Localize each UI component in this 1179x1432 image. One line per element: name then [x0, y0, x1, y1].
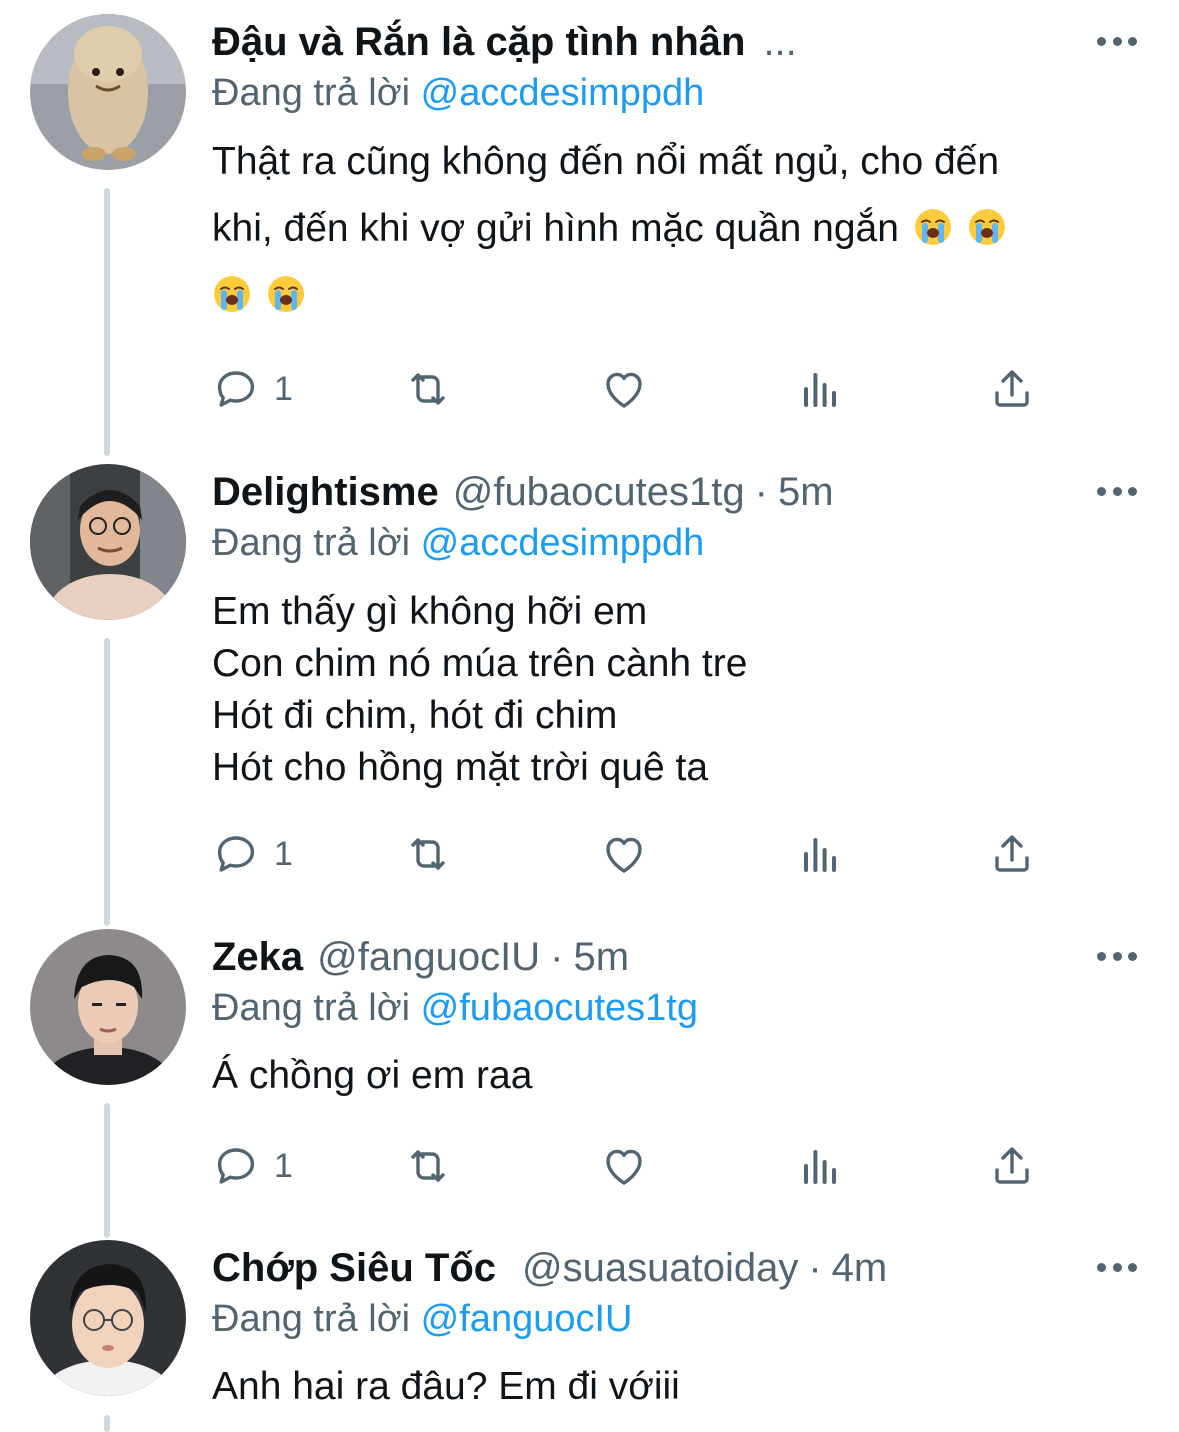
timestamp[interactable]: 4m	[832, 1246, 888, 1291]
tweet-text-line: Em thấy gì không hỡi em	[212, 590, 648, 633]
tweet-text: Em thấy gì không hỡi em Con chim nó múa …	[212, 586, 1129, 794]
retweet-icon	[404, 830, 452, 878]
analytics-button[interactable]	[796, 364, 844, 414]
tweet-text: Anh hai ra đâu? Em đi vớiii	[212, 1354, 1129, 1420]
mention-link[interactable]: @accdesimppdh	[421, 522, 705, 564]
analytics-button[interactable]	[796, 829, 844, 879]
tweet-text-line: Thật ra cũng không đến nổi mất ngủ, cho …	[212, 140, 1000, 183]
share-button[interactable]	[988, 364, 1036, 414]
replying-to-label: Đang trả lời	[212, 72, 411, 114]
mention-link[interactable]: @accdesimppdh	[421, 72, 705, 114]
separator-dot: ·	[754, 469, 768, 514]
tweet-text-line: Hót đi chim, hót đi chim	[212, 694, 618, 737]
analytics-button[interactable]	[796, 1141, 844, 1191]
tweet-text-line: Anh hai ra đâu? Em đi vớiii	[212, 1365, 680, 1408]
retweet-button[interactable]	[404, 364, 452, 414]
reply-button[interactable]: 1	[212, 1141, 293, 1191]
thread-line	[104, 1415, 110, 1432]
mention-link[interactable]: @fubaocutes1tg	[421, 987, 698, 1029]
more-icon[interactable]	[1097, 31, 1137, 51]
tweet-text: Thật ra cũng không đến nổi mất ngủ, cho …	[212, 128, 1129, 329]
like-button[interactable]	[600, 364, 648, 414]
avatar[interactable]	[30, 929, 186, 1085]
reply-count: 1	[274, 1146, 293, 1185]
like-icon	[600, 1142, 648, 1190]
like-button[interactable]	[600, 1141, 648, 1191]
share-icon	[988, 830, 1036, 878]
reply-button[interactable]: 1	[212, 829, 293, 879]
username[interactable]: @fanguocIU	[317, 935, 540, 980]
display-name[interactable]: Đậu và Rắn là cặp tình nhân	[212, 20, 745, 65]
like-button[interactable]	[600, 829, 648, 879]
loudly-crying-face-emoji	[913, 207, 953, 247]
tweet-text: Á chồng ơi em raa	[212, 1043, 1129, 1109]
retweet-icon	[404, 1142, 452, 1190]
action-bar: 1	[212, 829, 1042, 879]
action-bar: 1	[212, 364, 1042, 414]
share-button[interactable]	[988, 1141, 1036, 1191]
name-truncation: ...	[763, 19, 797, 64]
more-icon[interactable]	[1097, 946, 1137, 966]
like-icon	[600, 365, 648, 413]
reply-icon	[212, 365, 260, 413]
reply-icon	[212, 830, 260, 878]
share-button[interactable]	[988, 829, 1036, 879]
avatar[interactable]	[30, 464, 186, 620]
like-icon	[600, 830, 648, 878]
tweet-text-segment: khi, đến khi vợ gửi hình mặc quần ngắn	[212, 207, 899, 250]
loudly-crying-face-emoji	[967, 207, 1007, 247]
reply-icon	[212, 1142, 260, 1190]
retweet-icon	[404, 365, 452, 413]
tweet-text-line: Con chim nó múa trên cành tre	[212, 642, 748, 685]
loudly-crying-face-emoji	[212, 274, 252, 314]
tweet-text-line	[212, 262, 1129, 329]
replying-to: Đang trả lời @fubaocutes1tg	[212, 987, 698, 1030]
reply-button[interactable]: 1	[212, 364, 293, 414]
display-name[interactable]: Zeka	[212, 935, 303, 980]
replying-to: Đang trả lời @fanguocIU	[212, 1298, 632, 1341]
action-bar: 1	[212, 1141, 1042, 1191]
separator-dot: ·	[808, 1245, 822, 1290]
display-name[interactable]: Delightisme	[212, 470, 439, 515]
retweet-button[interactable]	[404, 1141, 452, 1191]
display-name[interactable]: Chớp Siêu Tốc	[212, 1246, 496, 1291]
username[interactable]: @fubaocutes1tg	[453, 470, 745, 515]
share-icon	[988, 1142, 1036, 1190]
analytics-icon	[796, 1142, 844, 1190]
thread-line	[104, 638, 110, 926]
more-icon[interactable]	[1097, 1257, 1137, 1277]
username[interactable]: @suasuatoiday	[522, 1246, 798, 1291]
share-icon	[988, 365, 1036, 413]
tweet-text-line: khi, đến khi vợ gửi hình mặc quần ngắn	[212, 195, 1129, 262]
replying-to: Đang trả lời @accdesimppdh	[212, 522, 704, 565]
thread-line	[104, 1103, 110, 1238]
tweet-text-line: Á chồng ơi em raa	[212, 1054, 533, 1097]
mention-link[interactable]: @fanguocIU	[421, 1298, 633, 1340]
separator-dot: ·	[550, 934, 564, 979]
retweet-button[interactable]	[404, 829, 452, 879]
reply-count: 1	[274, 369, 293, 408]
replying-to-label: Đang trả lời	[212, 987, 411, 1029]
tweet-text-line: Hót cho hồng mặt trời quê ta	[212, 746, 709, 789]
replying-to-label: Đang trả lời	[212, 522, 411, 564]
avatar[interactable]	[30, 1240, 186, 1396]
thread-line	[104, 188, 110, 456]
analytics-icon	[796, 830, 844, 878]
avatar[interactable]	[30, 14, 186, 170]
more-icon[interactable]	[1097, 481, 1137, 501]
timestamp[interactable]: 5m	[573, 935, 629, 980]
reply-count: 1	[274, 834, 293, 873]
replying-to-label: Đang trả lời	[212, 1298, 411, 1340]
replying-to: Đang trả lời @accdesimppdh	[212, 72, 704, 115]
analytics-icon	[796, 365, 844, 413]
loudly-crying-face-emoji	[266, 274, 306, 314]
timestamp[interactable]: 5m	[778, 470, 834, 515]
